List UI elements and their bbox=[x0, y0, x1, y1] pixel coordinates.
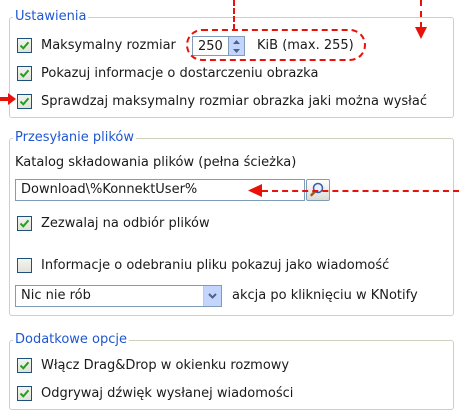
check-max-size-checkbox[interactable] bbox=[17, 94, 32, 109]
settings-group-title: Ustawienia bbox=[13, 9, 89, 25]
max-size-checkbox[interactable] bbox=[17, 38, 32, 53]
extra-options-group-title: Dodatkowe opcje bbox=[13, 332, 130, 348]
annotation-line-top bbox=[233, 0, 235, 30]
max-size-label: Maksymalny rozmiar bbox=[41, 38, 176, 53]
action-label: akcja po kliknięciu w KNotify bbox=[232, 288, 418, 303]
check-icon bbox=[19, 97, 30, 106]
check-max-size-label: Sprawdzaj maksymalny rozmiar obrazka jak… bbox=[41, 94, 427, 109]
check-icon bbox=[19, 41, 30, 50]
arrow-down-icon bbox=[415, 27, 427, 39]
drag-drop-checkbox[interactable] bbox=[17, 358, 32, 373]
action-select-value: Nic nie rób bbox=[21, 288, 91, 303]
arrow-right-icon bbox=[0, 93, 16, 105]
action-select[interactable]: Nic nie rób bbox=[15, 285, 222, 307]
file-transfer-group-title: Przesyłanie plików bbox=[13, 130, 137, 146]
annotation-line-top-right bbox=[420, 0, 422, 28]
play-sound-checkbox[interactable] bbox=[17, 386, 32, 401]
annotation-line-right bbox=[262, 190, 459, 192]
allow-receive-checkbox[interactable] bbox=[17, 216, 32, 231]
check-icon bbox=[19, 361, 30, 370]
info-as-message-checkbox[interactable] bbox=[17, 258, 32, 273]
dropdown-button[interactable] bbox=[203, 286, 221, 306]
show-delivery-checkbox[interactable] bbox=[17, 66, 32, 81]
check-icon bbox=[19, 69, 30, 78]
check-icon bbox=[19, 219, 30, 228]
dir-label: Katalog składowania plików (pełna ścieżk… bbox=[15, 155, 297, 170]
max-size-highlight-oval bbox=[186, 29, 366, 61]
arrow-left-icon bbox=[248, 184, 262, 197]
check-icon bbox=[19, 389, 30, 398]
drag-drop-label: Włącz Drag&Drop w okienku rozmowy bbox=[41, 358, 290, 373]
allow-receive-label: Zezwalaj na odbiór plików bbox=[41, 216, 210, 231]
info-as-message-label: Informacje o odebraniu pliku pokazuj jak… bbox=[41, 258, 390, 273]
play-sound-label: Odgrywaj dźwięk wysłanej wiadomości bbox=[41, 386, 294, 401]
chevron-down-icon bbox=[208, 293, 217, 299]
show-delivery-label: Pokazuj informacje o dostarczeniu obrazk… bbox=[41, 66, 319, 81]
